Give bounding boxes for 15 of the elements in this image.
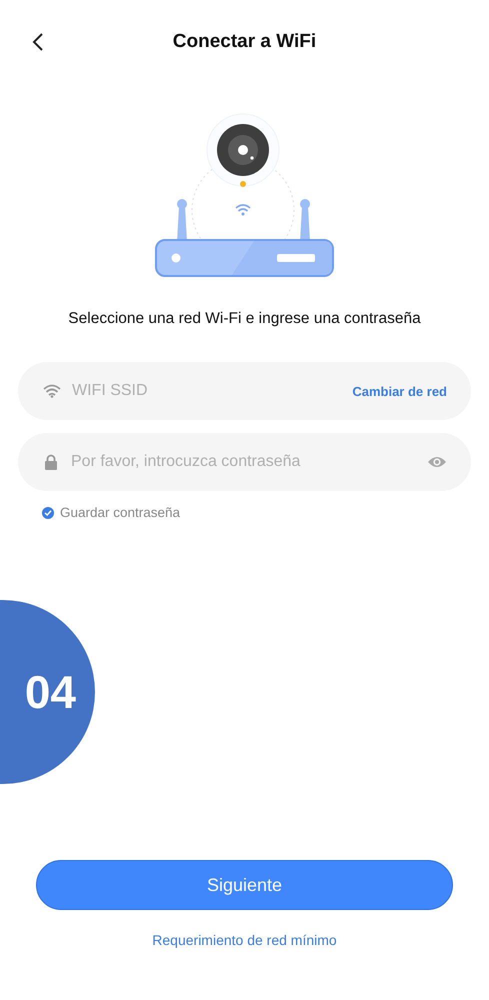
change-network-link[interactable]: Cambiar de red bbox=[352, 382, 447, 401]
save-password-label: Guardar contraseña bbox=[60, 504, 180, 522]
step-number-badge: 04 bbox=[0, 600, 95, 784]
instruction-text: Seleccione una red Wi-Fi e ingrese una contraseña bbox=[67, 309, 422, 329]
password-field[interactable]: Por favor, introcuzca contraseña bbox=[18, 433, 471, 492]
show-password-icon[interactable] bbox=[427, 455, 447, 470]
next-button[interactable]: Siguiente bbox=[36, 860, 453, 910]
wifi-icon bbox=[43, 384, 61, 398]
screen-title: Conectar a WiFi bbox=[172, 30, 316, 54]
password-input[interactable]: Por favor, introcuzca contraseña bbox=[71, 450, 427, 474]
lock-icon bbox=[44, 454, 58, 470]
save-password-checkbox[interactable] bbox=[42, 507, 54, 520]
network-requirements-link[interactable]: Requerimiento de red mínimo bbox=[152, 930, 337, 951]
ssid-field[interactable]: WIFI SSID Cambiar de red bbox=[18, 362, 471, 420]
ssid-input[interactable]: WIFI SSID bbox=[72, 379, 352, 404]
